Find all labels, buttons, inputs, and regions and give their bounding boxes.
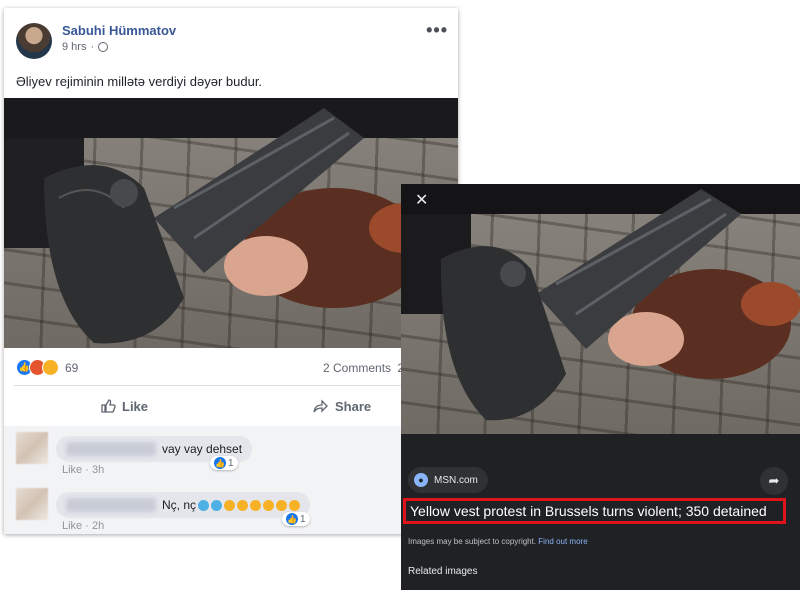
- sad-emoji-icon: [263, 499, 275, 511]
- msn-logo-icon: ●: [414, 473, 428, 487]
- sad-emoji-icon: [250, 499, 262, 511]
- comments-count[interactable]: 2 Comments 2: [323, 361, 404, 375]
- close-icon[interactable]: ✕: [415, 190, 428, 210]
- commenter-avatar[interactable]: [16, 432, 48, 464]
- comment-text: vay vay dehset: [162, 442, 243, 456]
- divider: [14, 385, 448, 386]
- image-title[interactable]: Yellow vest protest in Brussels turns vi…: [410, 503, 767, 519]
- comments-section: vay vay dehset 👍 1 Like · 3h Nç, nç 👍 1 …: [4, 426, 458, 534]
- reactions-summary[interactable]: 👍 69: [16, 359, 78, 376]
- post-text: Əliyev rejiminin millətə verdiyi dəyər b…: [16, 74, 263, 89]
- like-button[interactable]: Like: [100, 398, 148, 414]
- photo-illustration: [4, 98, 458, 344]
- like-icon: 👍: [214, 457, 226, 469]
- comment-likes-badge[interactable]: 👍 1: [210, 456, 238, 470]
- like-icon: 👍: [286, 513, 298, 525]
- post-meta: 9 hrs ·: [62, 41, 109, 53]
- highlighted-title-box: Yellow vest protest in Brussels turns vi…: [403, 498, 786, 524]
- more-options-icon[interactable]: •••: [426, 20, 448, 41]
- commenter-name-blurred[interactable]: [66, 442, 156, 456]
- find-out-more-link[interactable]: Find out more: [538, 537, 587, 546]
- sad-emoji-icon: [224, 499, 236, 511]
- crying-emoji-icon: [198, 499, 210, 511]
- sad-emoji-icon: [276, 499, 288, 511]
- source-name: MSN.com: [434, 474, 478, 486]
- author-avatar[interactable]: [16, 23, 52, 59]
- related-images-heading: Related images: [408, 566, 478, 577]
- facebook-post-card: Sabuhi Hümmatov 9 hrs · ••• Əliyev rejim…: [4, 8, 458, 534]
- sad-emoji-icon: [237, 499, 249, 511]
- comment-likes-badge[interactable]: 👍 1: [282, 512, 310, 526]
- copyright-notice: Images may be subject to copyright. Find…: [408, 537, 588, 546]
- author-name[interactable]: Sabuhi Hümmatov: [62, 23, 176, 38]
- google-image-viewer: ✕ ● MSN.com ➦ Yellow vest protest in Bru…: [401, 184, 800, 590]
- comment-meta[interactable]: Like · 3h: [62, 464, 104, 476]
- viewer-photo[interactable]: [401, 184, 800, 434]
- comment-bubble: Nç, nç: [56, 492, 311, 518]
- sad-reaction-icon: [42, 359, 59, 376]
- commenter-name-blurred[interactable]: [66, 498, 156, 512]
- photo-illustration: [401, 184, 800, 421]
- crying-emoji-icon: [211, 499, 223, 511]
- commenter-avatar[interactable]: [16, 488, 48, 520]
- share-button[interactable]: Share: [313, 398, 371, 414]
- thumbs-up-icon: [101, 399, 116, 413]
- sad-emoji-icon: [289, 499, 301, 511]
- post-photo[interactable]: [4, 98, 458, 348]
- comment-meta[interactable]: Like · 2h: [62, 520, 104, 532]
- globe-icon: [98, 42, 109, 52]
- share-icon[interactable]: ➦: [760, 467, 788, 495]
- share-arrow-icon: [313, 399, 328, 413]
- reactions-count: 69: [65, 360, 79, 375]
- post-time[interactable]: 9 hrs: [62, 41, 86, 53]
- comment-text: Nç, nç: [162, 498, 197, 512]
- source-chip[interactable]: ● MSN.com: [408, 467, 488, 493]
